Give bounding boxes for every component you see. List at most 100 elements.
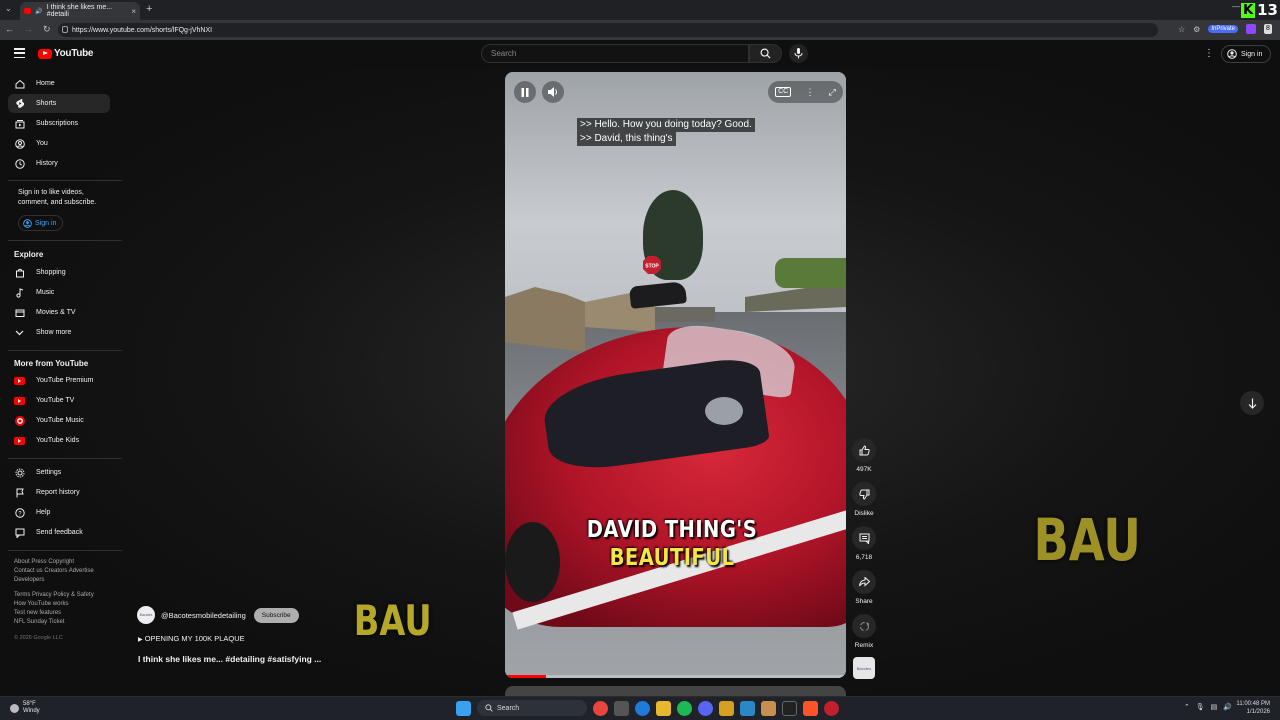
- browser-tab-active[interactable]: 🔊 I think she likes me... #detaili ×: [20, 2, 140, 20]
- short-title[interactable]: I think she likes me... #detailing #sati…: [138, 654, 321, 664]
- like-button[interactable]: [852, 438, 876, 462]
- reload-button[interactable]: ↻: [43, 24, 51, 35]
- dislike-action[interactable]: Dislike: [852, 482, 876, 517]
- sidebar-item-youtube-music[interactable]: YouTube Music: [8, 411, 110, 430]
- shorts-video-player[interactable]: STOP CC ⋮ ⤢ >> Hello. How you doing toda…: [505, 72, 846, 678]
- sidebar-signin-button[interactable]: Sign in: [18, 215, 64, 231]
- speaker-icon[interactable]: 🔊: [1223, 703, 1232, 711]
- weather-widget[interactable]: 58°F Windy: [10, 701, 40, 715]
- player-more-icon[interactable]: ⋮: [805, 87, 814, 98]
- app-icon[interactable]: [740, 700, 755, 716]
- captions-icon[interactable]: CC: [775, 87, 792, 97]
- app-icon[interactable]: [719, 700, 734, 716]
- sidebar-item-label: You: [36, 140, 48, 147]
- new-tab-button[interactable]: +: [146, 3, 152, 15]
- edge-icon[interactable]: [635, 700, 650, 716]
- comments-button[interactable]: [852, 526, 876, 550]
- taskbar-clock[interactable]: 11:00:48 PM 1/1/2026: [1236, 700, 1270, 716]
- sidebar-item-shopping[interactable]: Shopping: [8, 263, 110, 282]
- footer-links-secondary[interactable]: Terms Privacy Policy & Safety How YouTub…: [14, 591, 114, 627]
- microphone-tray-icon[interactable]: 🎙: [1196, 703, 1205, 711]
- tab-audio-icon[interactable]: 🔊: [35, 8, 42, 15]
- sidebar-show-more[interactable]: Show more: [8, 323, 110, 342]
- discord-icon[interactable]: [698, 700, 713, 716]
- kick-logo-icon: K: [1241, 2, 1256, 18]
- app-icon[interactable]: [761, 700, 776, 716]
- youtube-play-icon: [38, 48, 52, 59]
- close-tab-icon[interactable]: ×: [131, 7, 136, 16]
- task-view-icon[interactable]: [614, 700, 629, 716]
- sidebar-item-shorts[interactable]: Shorts: [8, 94, 110, 113]
- sidebar-item-subscriptions[interactable]: Subscriptions: [8, 114, 110, 133]
- extensions-icon[interactable]: ⚙: [1193, 25, 1200, 34]
- subscribe-button[interactable]: Subscribe: [253, 607, 299, 623]
- weather-wind-icon: [10, 703, 19, 713]
- next-short-preview[interactable]: [505, 686, 846, 696]
- taskbar-search[interactable]: Search: [477, 700, 587, 716]
- fullscreen-icon[interactable]: ⤢: [829, 87, 836, 98]
- footer-links-primary[interactable]: About Press Copyright Contact us Creator…: [14, 558, 114, 585]
- back-button[interactable]: ←: [5, 24, 14, 35]
- caption-line-2: >> David, this thing's: [577, 132, 676, 146]
- sidebar-item-music[interactable]: Music: [8, 283, 110, 302]
- network-icon[interactable]: ▤: [1211, 703, 1218, 711]
- music-tag[interactable]: ▶ OPENING MY 100K PLAQUE: [138, 634, 245, 643]
- browser-address-bar: ← → ↻ https://www.youtube.com/shorts/lFQ…: [0, 20, 1280, 40]
- extension-badge-icon[interactable]: 8: [1264, 24, 1272, 34]
- sidebar-item-youtube-kids[interactable]: YouTube Kids: [8, 431, 110, 450]
- next-short-button[interactable]: [1240, 391, 1264, 415]
- volume-button[interactable]: [542, 81, 564, 103]
- sidebar-item-send-feedback[interactable]: Send feedback: [8, 523, 110, 542]
- sidebar-item-you[interactable]: You: [8, 134, 110, 153]
- remix-button[interactable]: [852, 614, 876, 638]
- remix-action[interactable]: Remix: [852, 614, 876, 649]
- search-input[interactable]: Search: [481, 44, 749, 63]
- recording-app-icon[interactable]: [824, 700, 839, 716]
- like-action[interactable]: 497K: [852, 438, 876, 473]
- favorite-star-icon[interactable]: ☆: [1178, 25, 1185, 34]
- sidebar-item-movies-tv[interactable]: Movies & TV: [8, 303, 110, 322]
- browser-tab-bar: ⌄ 🔊 I think she likes me... #detaili × +…: [0, 0, 1280, 20]
- menu-icon[interactable]: [14, 48, 25, 58]
- channel-thumbnail[interactable]: Bacotes: [853, 657, 875, 679]
- dislike-button[interactable]: [852, 482, 876, 506]
- channel-name[interactable]: @Bacotesmobiledetailing: [161, 611, 246, 620]
- sidebar-item-report-history[interactable]: Report history: [8, 483, 110, 502]
- signin-prompt: Sign in to like videos, comment, and sub…: [18, 189, 97, 206]
- share-action[interactable]: Share: [852, 570, 876, 605]
- terminal-icon[interactable]: [782, 700, 797, 716]
- sidebar-item-label: YouTube Premium: [36, 377, 94, 384]
- overlay-line-1: DAVID THING'S: [586, 517, 758, 543]
- brave-icon[interactable]: [803, 700, 818, 716]
- sidebar-item-home[interactable]: Home: [8, 74, 110, 93]
- sidebar-item-youtube-tv[interactable]: YouTube TV: [8, 391, 110, 410]
- chevron-down-icon: [14, 327, 25, 338]
- youtube-music-icon: [14, 415, 25, 426]
- sidebar-item-settings[interactable]: Settings: [8, 463, 110, 482]
- search-button[interactable]: [749, 44, 782, 63]
- sidebar-item-help[interactable]: ? Help: [8, 503, 110, 522]
- sidebar-item-youtube-premium[interactable]: YouTube Premium: [8, 371, 110, 390]
- chrome-icon[interactable]: [593, 700, 608, 716]
- inprivate-badge[interactable]: InPrivate: [1208, 25, 1238, 33]
- twitch-extension-icon[interactable]: [1246, 24, 1256, 34]
- video-progress-bar[interactable]: [505, 675, 846, 678]
- voice-search-button[interactable]: [789, 44, 808, 63]
- comments-action[interactable]: 6,718: [852, 526, 876, 561]
- windows-start-icon[interactable]: [456, 700, 471, 716]
- forward-button[interactable]: →: [24, 24, 33, 35]
- more-options-icon[interactable]: ⋮: [1204, 48, 1214, 59]
- share-button[interactable]: [852, 570, 876, 594]
- tab-actions-icon[interactable]: ⌄: [5, 4, 12, 13]
- file-explorer-icon[interactable]: [656, 700, 671, 716]
- url-field[interactable]: https://www.youtube.com/shorts/lFQg-jVhN…: [58, 23, 1158, 37]
- header-signin-button[interactable]: Sign in: [1221, 45, 1272, 63]
- tray-chevron-icon[interactable]: ⌃: [1184, 703, 1190, 711]
- pause-button[interactable]: [514, 81, 536, 103]
- spotify-icon[interactable]: [677, 700, 692, 716]
- youtube-logo[interactable]: YouTube: [38, 48, 94, 59]
- clock-date: 1/1/2026: [1246, 709, 1270, 715]
- minimize-button[interactable]: —: [1232, 2, 1240, 11]
- sidebar-item-history[interactable]: History: [8, 154, 110, 173]
- avatar[interactable]: Bacotes: [137, 606, 155, 624]
